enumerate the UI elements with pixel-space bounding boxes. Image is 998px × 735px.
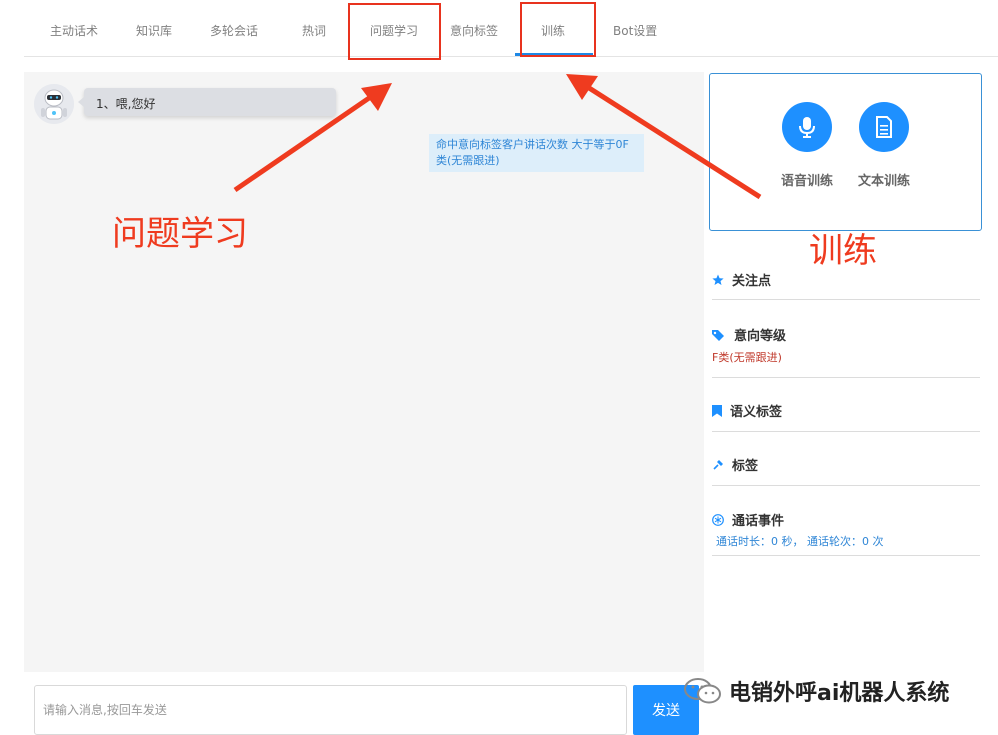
call-events-title: 通话事件 [732,514,785,529]
robot-avatar-icon [34,84,74,124]
tab-bot-settings[interactable]: Bot设置 [613,22,657,39]
tab-active-script[interactable]: 主动话术 [50,22,98,39]
document-icon [859,102,909,152]
voice-training-label: 语音训练 [780,174,833,189]
intent-level-title: 意向等级 [734,329,787,344]
text-training-label: 文本训练 [857,174,910,189]
app-root: 主动话术 知识库 多轮会话 热词 问题学习 意向标签 训练 Bot设置 1、喂,… [0,0,998,735]
tab-knowledge-base[interactable]: 知识库 [136,22,172,39]
chat-panel: 1、喂,您好 命中意向标签客户讲话次数 大于等于0F类(无需跟进) [24,72,704,672]
star-icon [712,274,724,285]
tab-bar: 主动话术 知识库 多轮会话 热词 问题学习 意向标签 训练 Bot设置 [24,0,998,57]
tags-header[interactable]: 标签 [712,455,758,474]
call-events-section: 通话事件 通话时长：0 秒， 通话轮次：0 次 [712,500,980,556]
microphone-icon [782,102,832,152]
tags-section: 标签 [712,447,980,486]
annotation-box-question-learning [348,3,441,60]
intent-level-section: 意向等级 F类(无需跟进) [712,315,980,378]
semantic-tags-section: 语义标签 [712,393,980,432]
focus-header[interactable]: 关注点 [712,270,771,289]
intent-hit-note: 命中意向标签客户讲话次数 大于等于0F类(无需跟进) [429,134,644,172]
annotation-training-label: 训练 [809,231,877,271]
intent-level-header[interactable]: 意向等级 [712,325,786,344]
watermark: 电销外呼ai机器人系统 [683,675,949,707]
wechat-icon [684,678,721,704]
message-input[interactable] [34,685,627,735]
watermark-text: 电销外呼ai机器人系统 [729,681,950,706]
pin-icon [713,459,723,470]
tab-intent-tags[interactable]: 意向标签 [450,22,498,39]
training-panel: 语音训练 文本训练 [709,73,982,231]
annotation-question-learning-label: 问题学习 [112,214,248,254]
focus-title: 关注点 [732,274,772,289]
voice-training-button[interactable]: 语音训练 [772,102,842,189]
intent-level-value: F类(无需跟进) [712,351,782,364]
snowflake-icon [712,513,724,526]
bot-message-bubble: 1、喂,您好 [78,88,336,116]
semantic-tags-header[interactable]: 语义标签 [712,401,782,420]
text-training-button[interactable]: 文本训练 [849,102,919,189]
tags-icon [712,329,724,341]
tab-multi-turn[interactable]: 多轮会话 [210,22,258,39]
call-events-value: 通话时长：0 秒， 通话轮次：0 次 [716,535,884,548]
call-events-header[interactable]: 通话事件 [712,510,784,529]
annotation-box-training [520,2,596,57]
tags-title: 标签 [732,459,759,474]
tab-hot-words[interactable]: 热词 [302,22,326,39]
bookmark-icon [712,404,722,417]
semantic-tags-title: 语义标签 [730,405,783,420]
